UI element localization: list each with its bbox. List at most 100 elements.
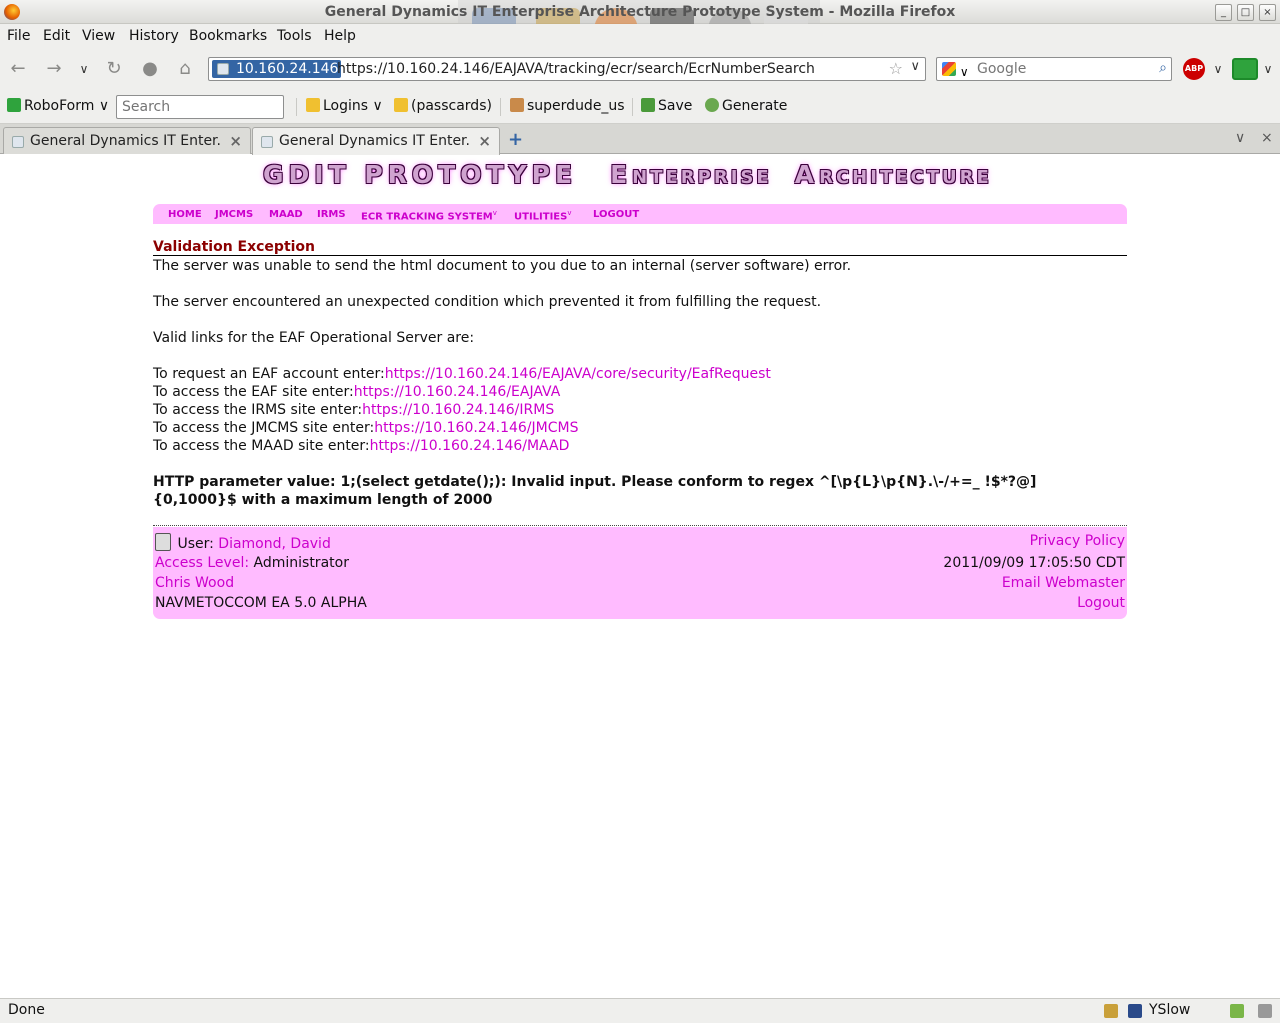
- tab-title: General Dynamics IT Enter...: [30, 133, 220, 149]
- error-message: The server was unable to send the html d…: [153, 258, 852, 274]
- yslow-icon[interactable]: [1128, 1004, 1142, 1018]
- forward-icon[interactable]: →: [42, 57, 66, 81]
- extension-status-icon[interactable]: [1258, 1004, 1272, 1018]
- user-name-link[interactable]: Diamond, David: [218, 536, 331, 552]
- history-dropdown-icon[interactable]: ∨: [72, 57, 96, 81]
- status-text: Done: [8, 1002, 45, 1018]
- footer-access-level: Access Level: Administrator: [155, 555, 349, 571]
- chevron-down-icon: v: [492, 209, 497, 217]
- roboform-dropdown-icon[interactable]: ∨: [1256, 57, 1280, 81]
- nav-maad[interactable]: MAAD: [269, 209, 303, 220]
- search-engine-selector[interactable]: ∨: [940, 60, 974, 79]
- link-row-jmcms: To access the JMCMS site enter:https://1…: [153, 420, 579, 436]
- email-webmaster-link[interactable]: Email Webmaster: [1002, 575, 1125, 591]
- identity-button[interactable]: superdude_us: [510, 98, 625, 114]
- link-row-maad: To access the MAAD site enter:https://10…: [153, 438, 570, 454]
- user-avatar-icon: [155, 533, 171, 551]
- eaf-request-link[interactable]: https://10.160.24.146/EAJAVA/core/securi…: [385, 366, 771, 382]
- list-all-tabs-icon[interactable]: ∨: [1235, 130, 1245, 146]
- generate-icon: [705, 98, 719, 112]
- chevron-down-icon: v: [567, 209, 572, 217]
- navigation-toolbar: ← → ∨ ↻ ● ⌂ 10.160.24.146 https://10.160…: [0, 48, 1280, 90]
- divider: [153, 255, 1127, 256]
- site-identity-button[interactable]: 10.160.24.146: [212, 60, 342, 78]
- status-bar: Done YSlow: [0, 998, 1280, 1023]
- menu-view[interactable]: View: [82, 28, 115, 44]
- back-icon[interactable]: ←: [6, 57, 30, 81]
- google-icon: [942, 62, 956, 76]
- adblock-dropdown-icon[interactable]: ∨: [1206, 57, 1230, 81]
- passcards-button[interactable]: (passcards): [394, 98, 492, 114]
- bookmark-star-icon[interactable]: ☆: [889, 59, 903, 78]
- lock-icon[interactable]: [1104, 1004, 1118, 1018]
- roboform-search-input[interactable]: [116, 95, 284, 119]
- tab-1[interactable]: General Dynamics IT Enter... ×: [3, 127, 251, 154]
- error-title: Validation Exception: [153, 239, 316, 255]
- url-text[interactable]: https://10.160.24.146/EAJAVA/tracking/ec…: [337, 61, 815, 77]
- web-search-input[interactable]: [977, 60, 1147, 78]
- jmcms-site-link[interactable]: https://10.160.24.146/JMCMS: [374, 420, 578, 436]
- menu-file[interactable]: File: [7, 28, 30, 44]
- eaf-site-link[interactable]: https://10.160.24.146/EAJAVA: [354, 384, 561, 400]
- home-icon[interactable]: ⌂: [173, 57, 197, 81]
- http-parameter-error-cont: {0,1000}$ with a maximum length of 2000: [153, 492, 493, 508]
- reload-icon[interactable]: ↻: [102, 57, 126, 81]
- footer-logout-link[interactable]: Logout: [1077, 595, 1125, 611]
- roboform-menu-button[interactable]: RoboForm ∨: [7, 98, 109, 114]
- link-row-eaf: To access the EAF site enter:https://10.…: [153, 384, 561, 400]
- url-bar[interactable]: 10.160.24.146 https://10.160.24.146/EAJA…: [208, 57, 926, 81]
- nav-home[interactable]: HOME: [168, 209, 202, 220]
- nav-irms[interactable]: IRMS: [317, 209, 346, 220]
- maximize-button[interactable]: □: [1237, 4, 1254, 21]
- star-key-icon: [394, 98, 408, 112]
- close-tab-icon[interactable]: ×: [1261, 130, 1273, 146]
- menu-history[interactable]: History: [129, 28, 179, 44]
- nav-logout[interactable]: LOGOUT: [593, 209, 639, 220]
- contact-link[interactable]: Chris Wood: [155, 575, 234, 591]
- minimize-button[interactable]: _: [1215, 4, 1232, 21]
- irms-site-link[interactable]: https://10.160.24.146/IRMS: [362, 402, 554, 418]
- web-search-box[interactable]: ∨ ⌕: [936, 57, 1172, 81]
- footer-contact: Chris Wood: [155, 575, 234, 591]
- error-message: The server encountered an unexpected con…: [153, 294, 822, 310]
- privacy-policy-link[interactable]: Privacy Policy: [1030, 533, 1125, 549]
- url-dropdown-icon[interactable]: ∨: [910, 59, 920, 74]
- logins-button[interactable]: Logins ∨: [306, 98, 383, 114]
- valid-links-heading: Valid links for the EAF Operational Serv…: [153, 330, 475, 346]
- menu-tools[interactable]: Tools: [277, 28, 312, 44]
- yslow-label[interactable]: YSlow: [1149, 1002, 1190, 1018]
- stop-icon[interactable]: ●: [138, 57, 162, 81]
- roboform-toolbar: RoboForm ∨ Logins ∨ (passcards) superdud…: [0, 90, 1280, 124]
- close-window-button[interactable]: ×: [1259, 4, 1276, 21]
- adblock-plus-icon[interactable]: ABP: [1183, 58, 1205, 80]
- link-row-eaf-request: To request an EAF account enter:https://…: [153, 366, 771, 382]
- nav-ecr-tracking-system[interactable]: ECR TRACKING SYSTEMv: [361, 209, 497, 222]
- save-button[interactable]: Save: [641, 98, 692, 114]
- menu-help[interactable]: Help: [324, 28, 356, 44]
- nav-utilities[interactable]: UTILITIESv: [514, 209, 572, 222]
- link-row-irms: To access the IRMS site enter:https://10…: [153, 402, 555, 418]
- window-title: General Dynamics IT Enterprise Architect…: [324, 4, 956, 20]
- footer-timestamp: 2011/09/09 17:05:50 CDT: [943, 555, 1125, 571]
- new-tab-icon[interactable]: +: [508, 129, 523, 150]
- nav-jmcms[interactable]: JMCMS: [215, 209, 253, 220]
- close-tab-icon[interactable]: ×: [229, 132, 242, 150]
- generate-button[interactable]: Generate: [705, 98, 787, 114]
- site-nav-bar: HOME JMCMS MAAD IRMS ECR TRACKING SYSTEM…: [153, 204, 1127, 224]
- maad-site-link[interactable]: https://10.160.24.146/MAAD: [370, 438, 570, 454]
- menu-bar: File Edit View History Bookmarks Tools H…: [0, 24, 1280, 48]
- menu-bookmarks[interactable]: Bookmarks: [189, 28, 267, 44]
- close-tab-icon[interactable]: ×: [478, 132, 491, 150]
- site-banner: GDIT PROTOTYPE ENTERPRISE ARCHITECTURE: [263, 160, 992, 189]
- search-icon[interactable]: ⌕: [1159, 60, 1167, 76]
- page-favicon-icon: [217, 63, 229, 75]
- tab-strip: General Dynamics IT Enter... × General D…: [0, 124, 1280, 155]
- roboform-status-icon[interactable]: [1230, 1004, 1244, 1018]
- page-favicon-icon: [261, 136, 273, 148]
- menu-edit[interactable]: Edit: [43, 28, 70, 44]
- tab-2-active[interactable]: General Dynamics IT Enter... ×: [252, 127, 500, 155]
- roboform-toolbar-icon[interactable]: [1232, 58, 1258, 80]
- footer-user: User: Diamond, David: [155, 533, 331, 552]
- window-titlebar: General Dynamics IT Enterprise Architect…: [0, 0, 1280, 62]
- site-identity-label: 10.160.24.146: [236, 61, 339, 77]
